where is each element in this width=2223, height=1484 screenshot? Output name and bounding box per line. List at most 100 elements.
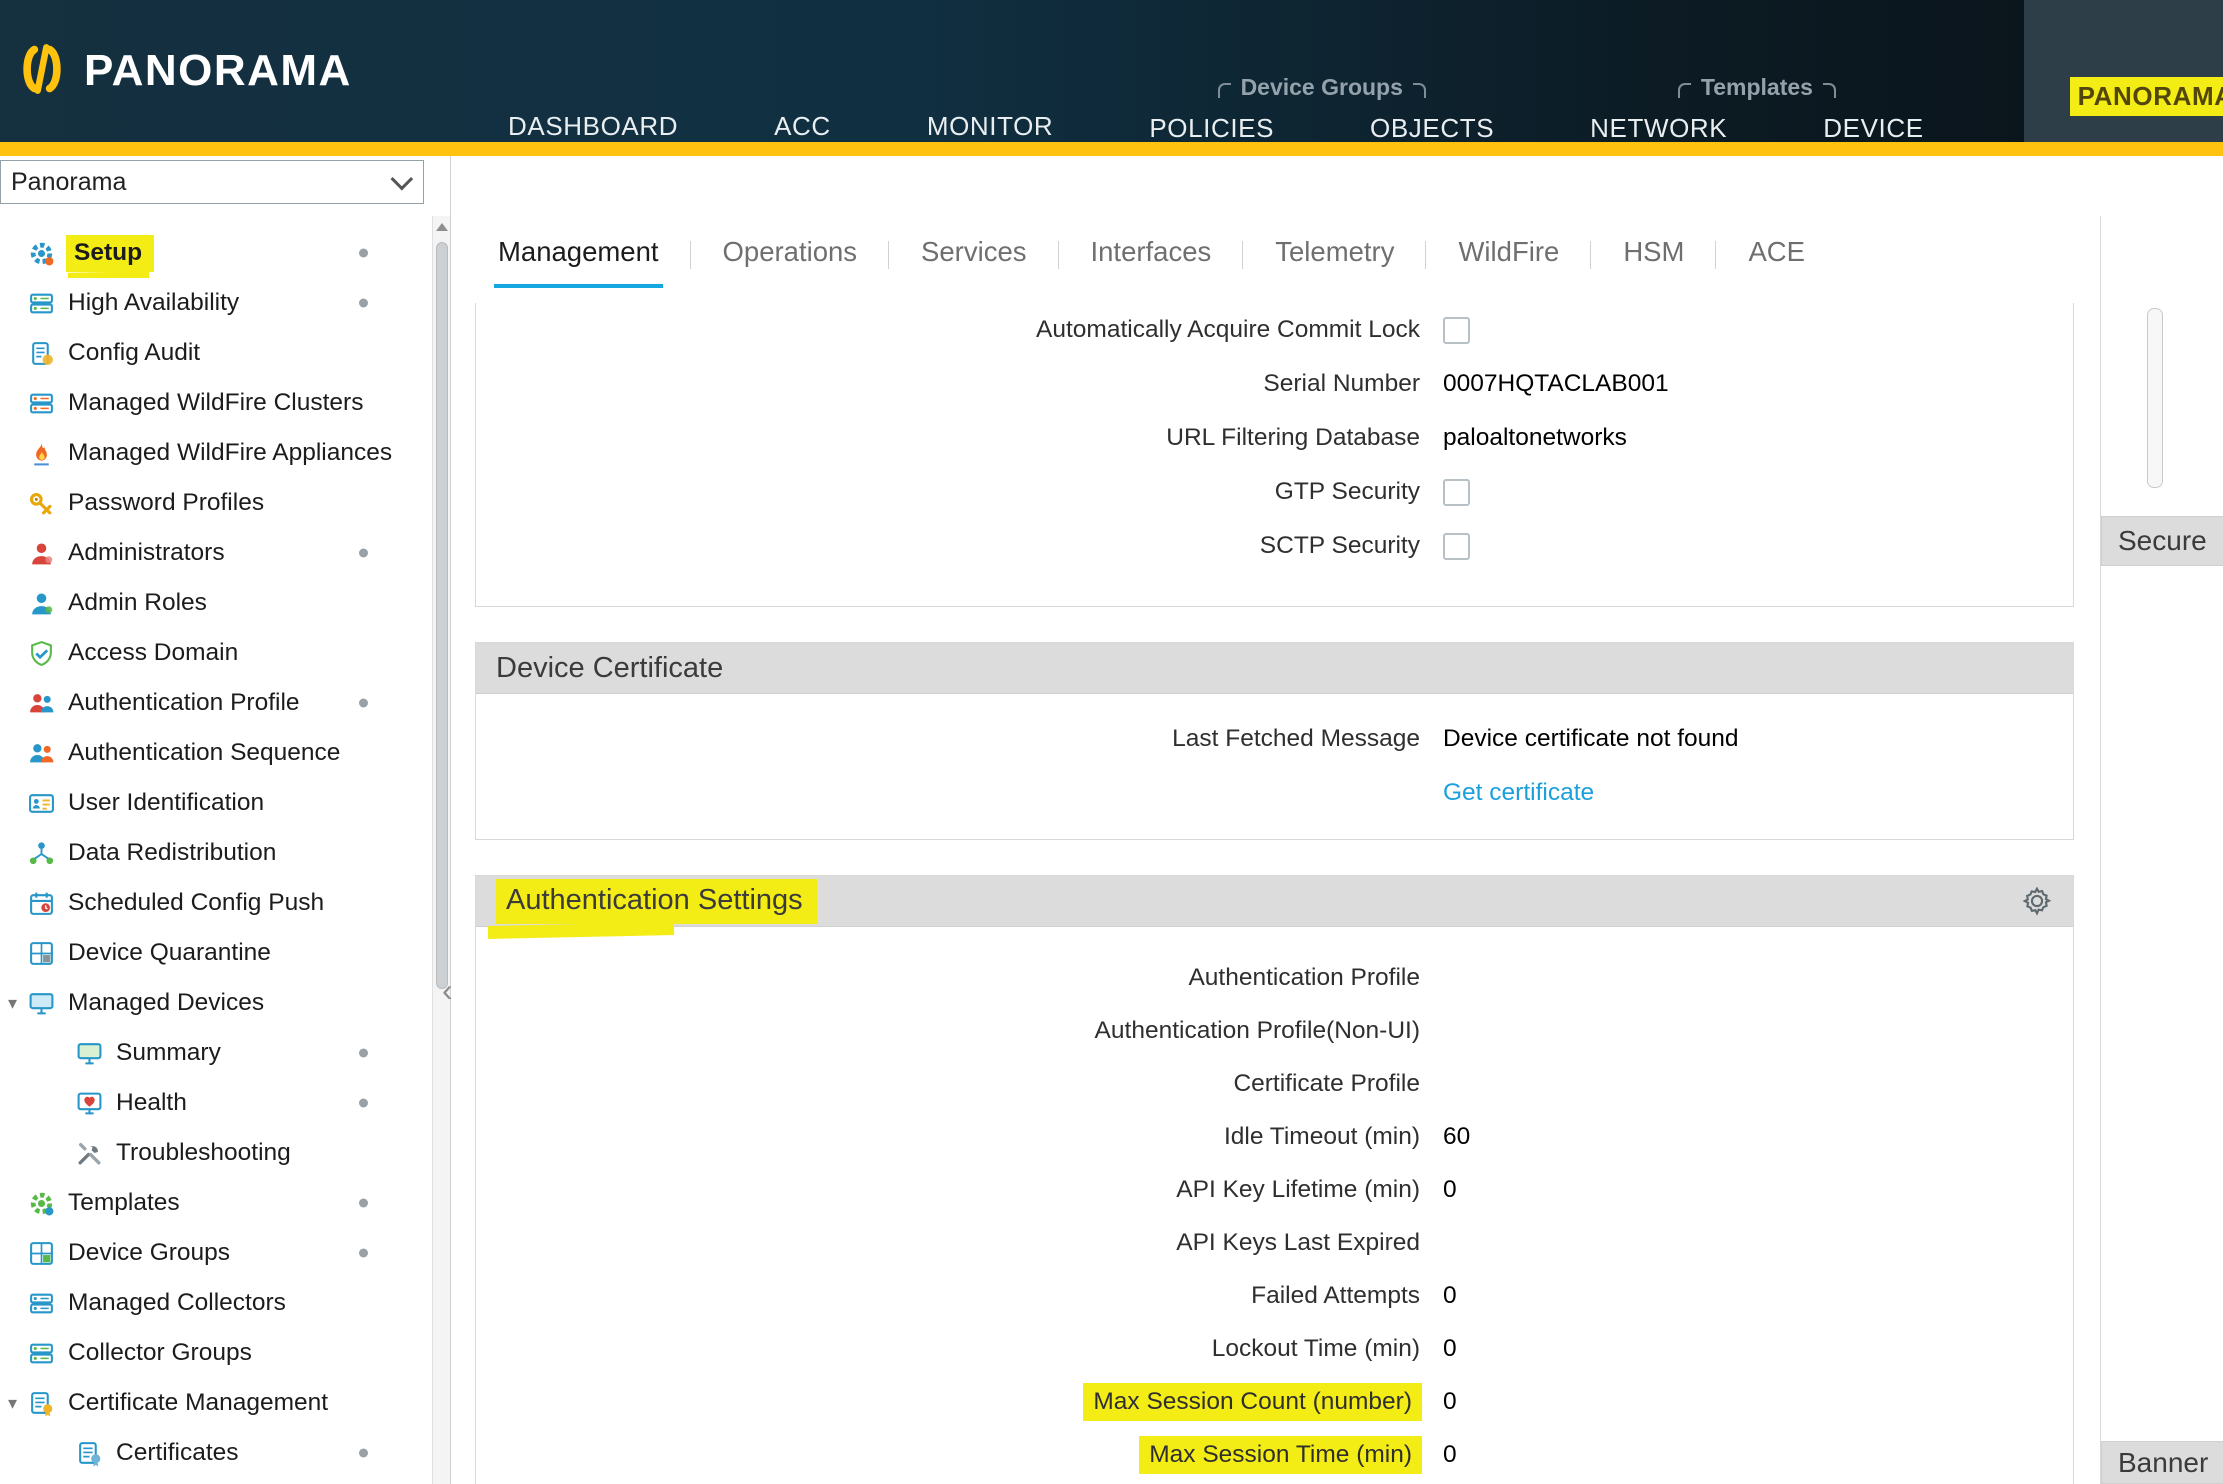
form-row: Automatically Acquire Commit Lock — [476, 303, 2073, 357]
sidebar-collapse-handle[interactable]: ‹ — [442, 970, 460, 1014]
setting-label: Certificate Profile — [1231, 1068, 1422, 1099]
sidebar-item[interactable]: ▾ Certificates — [0, 1428, 432, 1478]
sidebar-item[interactable]: ▾ High Availability — [0, 278, 432, 328]
setting-label: Failed Attempts — [1249, 1280, 1422, 1311]
setting-value: 0 — [1443, 1335, 1457, 1363]
expand-caret-icon[interactable]: ▾ — [8, 993, 26, 1014]
sidebar-item[interactable]: ▾ Device Quarantine — [0, 928, 432, 978]
tab[interactable]: HSM — [1623, 236, 1684, 288]
nav-device[interactable]: DEVICE — [1823, 113, 1923, 144]
sctp-security-checkbox[interactable] — [1443, 533, 1470, 560]
sidebar-item-label: Summary — [114, 1037, 223, 1069]
sidebar-item-label: Collector Groups — [66, 1337, 254, 1369]
status-dot — [359, 249, 368, 258]
tab[interactable]: Operations — [723, 236, 858, 288]
panorama-app: PANORAMA DASHBOARD ACC MONITOR Device Gr… — [0, 0, 2223, 1484]
troubleshooting-icon — [76, 1140, 103, 1167]
settings-row: Idle Timeout (min) 60 — [476, 1110, 2073, 1163]
sidebar-item[interactable]: ▾ Templates — [0, 1178, 432, 1228]
sidebar-item[interactable]: ▾ Authentication Sequence — [0, 728, 432, 778]
settings-row: Certificate Profile — [476, 1057, 2073, 1110]
sidebar-item[interactable]: ▾ Setup — [0, 228, 432, 278]
sidebar-item-label: Access Domain — [66, 637, 240, 669]
health-icon — [76, 1090, 103, 1117]
status-dot — [359, 549, 368, 558]
right-panel-divider — [2100, 216, 2101, 1484]
sidebar-item-label: Authentication Sequence — [66, 737, 342, 769]
sidebar-item[interactable]: ▾ Health — [0, 1078, 432, 1128]
sidebar-item[interactable]: ▾ Device Groups — [0, 1228, 432, 1278]
sidebar-item[interactable]: ▾ Managed Devices — [0, 978, 432, 1028]
sidebar-item-label: Setup — [66, 235, 154, 272]
sidebar-item[interactable]: ▾ Troubleshooting — [0, 1128, 432, 1178]
yellow-accent-stripe — [0, 142, 2223, 156]
sidebar-item-label: Health — [114, 1087, 189, 1119]
nav-policies[interactable]: POLICIES — [1149, 113, 1274, 144]
sidebar-item[interactable]: ▾ Access Domain — [0, 628, 432, 678]
brand-title: PANORAMA — [84, 46, 352, 96]
sidebar-item[interactable]: ▾ Managed WildFire Clusters — [0, 378, 432, 428]
sidebar-item[interactable]: ▾ Administrators — [0, 528, 432, 578]
tab[interactable]: WildFire — [1458, 236, 1559, 288]
settings-row: Failed Attempts 0 — [476, 1269, 2073, 1322]
serial-number-value: 0007HQTACLAB001 — [1443, 370, 1669, 398]
sidebar-item[interactable]: ▾ Managed Collectors — [0, 1278, 432, 1328]
sidebar-scrollbar-thumb[interactable] — [436, 242, 448, 989]
sidebar-item[interactable]: ▾ Summary — [0, 1028, 432, 1078]
scroll-up-arrow-icon[interactable] — [433, 216, 450, 238]
url-filtering-label: URL Filtering Database — [1164, 422, 1422, 453]
sidebar-item-label: Device Groups — [66, 1237, 232, 1269]
tab[interactable]: Management — [498, 236, 659, 288]
commit-lock-checkbox[interactable] — [1443, 317, 1470, 344]
sidebar-item[interactable]: ▾ Collector Groups — [0, 1328, 432, 1378]
settings-row: Max Session Time (min) 0 — [476, 1428, 2073, 1481]
right-panel-scrollbar[interactable] — [2147, 308, 2163, 488]
expand-caret-icon[interactable]: ▾ — [8, 1393, 26, 1414]
setting-label: API Keys Last Expired — [1174, 1227, 1422, 1258]
setting-label: Max Session Time (min) — [1139, 1436, 1422, 1474]
sidebar-item[interactable]: ▾ Scheduled Config Push — [0, 878, 432, 928]
high-availability-icon — [28, 290, 55, 317]
sidebar-scrollbar[interactable] — [432, 216, 450, 1484]
user-identification-icon — [28, 790, 55, 817]
device-certificate-title: Device Certificate — [496, 652, 723, 685]
sidebar-item[interactable]: ▾ Admin Roles — [0, 578, 432, 628]
nav-panorama[interactable]: PANORAMA — [2024, 0, 2223, 142]
serial-number-label: Serial Number — [1261, 368, 1422, 399]
sidebar-item[interactable]: ▾ Authentication Profile — [0, 678, 432, 728]
tab[interactable]: Services — [921, 236, 1026, 288]
sidebar-item[interactable]: ▾ Certificate Management — [0, 1378, 432, 1428]
nav-panorama-label: PANORAMA — [2070, 77, 2223, 116]
sidebar-item[interactable]: ▾ Password Profiles — [0, 478, 432, 528]
context-selector[interactable]: Panorama — [0, 160, 424, 204]
certificates-icon — [76, 1440, 103, 1467]
gtp-security-checkbox[interactable] — [1443, 479, 1470, 506]
tab[interactable]: Telemetry — [1275, 236, 1394, 288]
sidebar-item[interactable]: ▾ Data Redistribution — [0, 828, 432, 878]
panorama-logo — [16, 43, 68, 100]
tab[interactable]: ACE — [1748, 236, 1805, 288]
nav-objects[interactable]: OBJECTS — [1370, 113, 1494, 144]
sidebar-item-label: Authentication Profile — [66, 687, 302, 719]
sidebar-item-label: High Availability — [66, 287, 241, 319]
nav-acc[interactable]: ACC — [774, 111, 831, 142]
device-quarantine-icon — [28, 940, 55, 967]
setting-label: Lockout Time (min) — [1210, 1333, 1422, 1364]
sidebar-item-label: Managed Collectors — [66, 1287, 288, 1319]
sidebar-item[interactable]: ▾ Managed WildFire Appliances — [0, 428, 432, 478]
nav-dashboard[interactable]: DASHBOARD — [508, 111, 678, 142]
nav-network[interactable]: NETWORK — [1590, 113, 1727, 144]
setting-label: Max Session Count (number) — [1083, 1383, 1422, 1421]
form-row: Get certificate — [476, 766, 2073, 820]
sidebar-item[interactable]: ▾ User Identification — [0, 778, 432, 828]
last-fetched-value: Device certificate not found — [1443, 725, 1739, 753]
status-dot — [359, 1449, 368, 1458]
settings-row: API Key Lifetime (min) 0 — [476, 1163, 2073, 1216]
tab[interactable]: Interfaces — [1091, 236, 1212, 288]
setting-value: 0 — [1443, 1388, 1457, 1416]
nav-monitor[interactable]: MONITOR — [927, 111, 1054, 142]
get-certificate-link[interactable]: Get certificate — [1443, 779, 1594, 807]
edit-settings-gear-icon[interactable] — [2021, 885, 2053, 917]
sidebar-item[interactable]: ▾ Config Audit — [0, 328, 432, 378]
form-row: Serial Number 0007HQTACLAB001 — [476, 357, 2073, 411]
